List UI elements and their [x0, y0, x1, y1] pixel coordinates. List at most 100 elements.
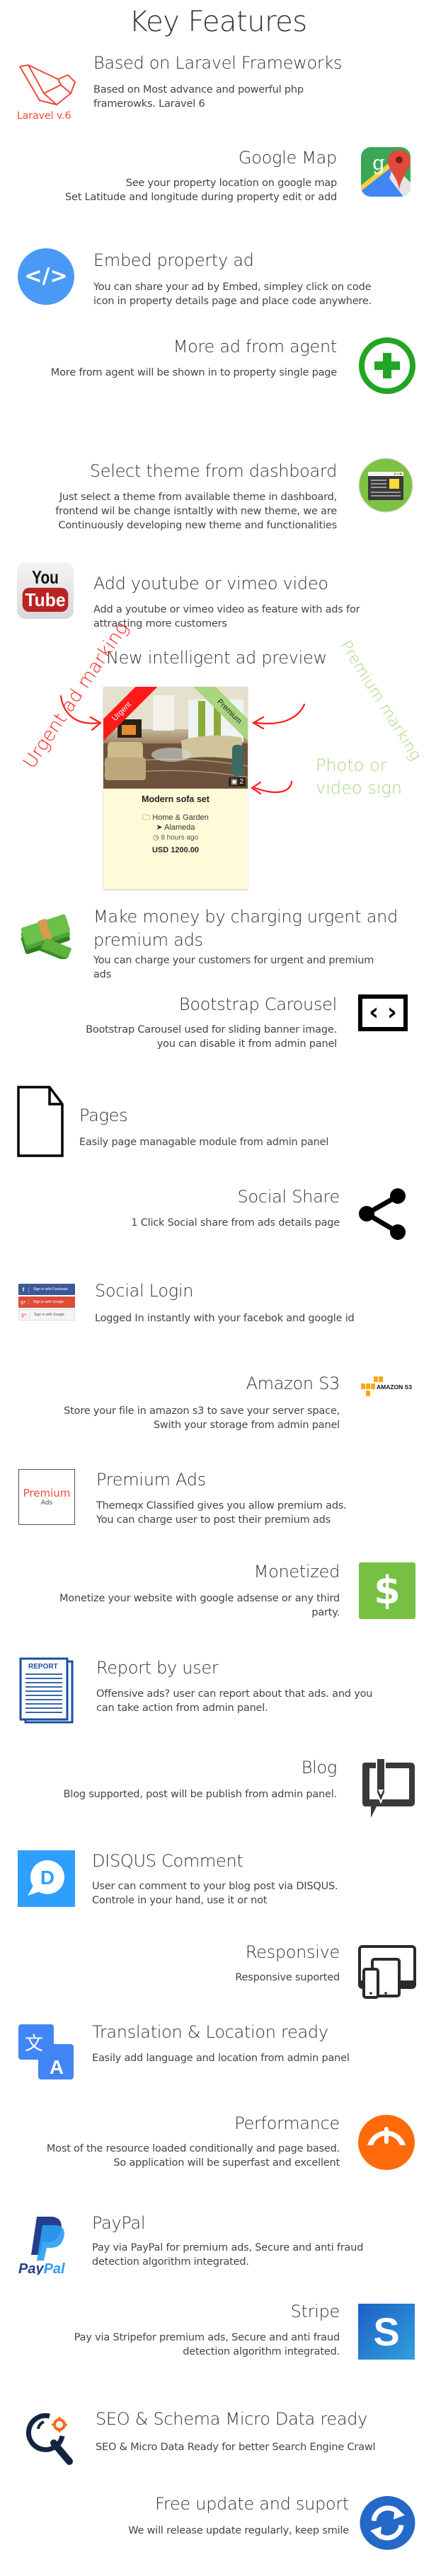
photo-count-badge: ▣ 2: [229, 777, 246, 787]
svg-text:g: g: [372, 151, 385, 175]
google-maps-icon: g: [361, 147, 411, 197]
feature-desc-line: Just select a theme from available theme…: [59, 492, 337, 503]
feature-desc-line: Set Latitude and longitude during proper…: [65, 192, 337, 203]
feature-title: Social Login: [95, 1281, 194, 1301]
laravel-logo-icon: Laravel v.6: [17, 64, 76, 124]
feature-desc-line: attracting more customers: [93, 618, 227, 630]
feature-title: Performance: [234, 2113, 340, 2133]
feature-title: Select theme from dashboard: [89, 461, 337, 481]
amazon-s3-label: AMAZON S3: [377, 1383, 412, 1391]
feature-title: Stripe: [290, 2302, 340, 2321]
carousel-arrows-icon: ‹ ›: [358, 994, 408, 1031]
ad-location[interactable]: ➤ Alameda: [103, 823, 248, 832]
feature-title: Social Share: [237, 1187, 340, 1207]
feature-title: Bootstrap Carousel: [178, 994, 337, 1014]
feature-desc-line: You can share your ad by Embed, simpley …: [93, 282, 372, 293]
feature-desc-line: Easily page managable module from admin …: [79, 1137, 329, 1148]
paypal-pal-text: Pal: [44, 2261, 65, 2275]
paypal-icon: PayPal: [16, 2215, 76, 2277]
ad-photo: Urgent Premium ▣ 2: [103, 687, 248, 789]
feature-desc-line: Store your file in amazon s3 to save you…: [64, 1405, 340, 1417]
feature-title: DISQUS Comment: [92, 1851, 243, 1871]
ad-price: USD 1200.00: [151, 846, 200, 854]
feature-title: Embed property ad: [93, 250, 254, 270]
feature-desc-line: SEO & Micro Data Ready for better Search…: [96, 2442, 376, 2453]
svg-text:PayPal: PayPal: [18, 2261, 65, 2275]
share-icon: [358, 1187, 408, 1243]
feature-title: Report by user: [96, 1658, 219, 1678]
feature-desc-line: Continuously developing new theme and fu…: [58, 520, 337, 531]
feature-title-line: premium ads: [93, 930, 203, 950]
feature-desc-line: Responsive suported: [235, 1972, 340, 1983]
ad-location-label: Alameda: [164, 823, 195, 832]
feature-desc-line: You can charge user to post their premiu…: [96, 1514, 331, 1526]
feature-title: Amazon S3: [246, 1374, 340, 1393]
premium-ads-bottom-text: Ads: [40, 1499, 53, 1507]
feature-title: Based on Laravel Frameworks: [93, 53, 343, 73]
ad-category-label: Home & Garden: [152, 813, 209, 822]
feature-title: Free update and suport: [155, 2494, 349, 2514]
feature-desc-line: Pay via Stripefor premium ads, Secure an…: [74, 2332, 340, 2343]
feature-title: Blog: [301, 1758, 338, 1777]
feature-desc-line: Add a youtube or vimeo video as feature …: [93, 604, 360, 615]
document-page-icon: [17, 1086, 64, 1157]
feature-title: PayPal: [92, 2213, 146, 2233]
feature-title: More ad from agent: [173, 337, 338, 356]
money-stack-icon: [16, 912, 75, 961]
page-title: Key Features: [129, 6, 307, 38]
clock-icon: ◷: [152, 834, 159, 842]
feature-desc-line: can take action from admin panel.: [96, 1702, 268, 1714]
feature-desc-line: So application will be superfast and exc…: [113, 2157, 340, 2169]
feature-title: Google Map: [238, 148, 337, 168]
stripe-glyph: S: [373, 2309, 400, 2354]
feature-title: Translation & Location ready: [92, 2022, 328, 2042]
carousel-arrows-glyph: ‹ ›: [369, 998, 397, 1026]
responsive-devices-icon: [358, 1945, 416, 2002]
feature-desc-line: you can disable it from admin panel: [156, 1038, 337, 1050]
google-login-button[interactable]: g+ Sign in with Google: [18, 1296, 75, 1308]
facebook-login-button[interactable]: f Sign in with Facebook: [18, 1284, 75, 1295]
feature-desc-line: Blog supported, post will be publish fro…: [63, 1789, 338, 1800]
feature-desc-line: See your property location on google map: [125, 178, 337, 189]
translate-icon: 文 A: [17, 2023, 75, 2079]
disqus-glyph: D: [40, 1867, 54, 1889]
feature-desc-line: Logged In instantly with your facebok an…: [95, 1313, 355, 1324]
plus-circle-icon: [358, 337, 415, 394]
youtube-tube-text: Tube: [22, 588, 69, 612]
feature-desc-line: detection algorithm integrated.: [183, 2346, 340, 2357]
ad-time: ◷ 8 hours ago: [103, 834, 248, 842]
feature-desc-line: More from agent will be shown in to prop…: [50, 367, 337, 378]
feature-title: Responsive: [245, 1942, 340, 1962]
browser-theme-icon: [358, 458, 413, 513]
youtube-icon: You Tube: [17, 562, 74, 619]
feature-desc-line: ads: [93, 969, 112, 980]
folder-icon: 🗀: [142, 813, 151, 822]
feature-desc-line: You can charge your customers for urgent…: [93, 955, 374, 966]
speedometer-icon: [357, 2114, 415, 2171]
premium-ads-icon: Premium Ads: [18, 1469, 75, 1525]
feature-title: Add youtube or vimeo video: [93, 574, 328, 593]
feature-desc-line: Easily add language and location from ad…: [92, 2053, 350, 2064]
feature-desc-line: Based on Most advance and powerful php: [93, 84, 304, 95]
disqus-icon: D: [18, 1850, 75, 1907]
feature-desc-line: Pay via PayPal for premium ads, Secure a…: [92, 2242, 364, 2253]
feature-title: SEO & Schema Micro Data ready: [96, 2409, 368, 2429]
feature-desc-line: party.: [311, 1607, 340, 1618]
image-icon: ▣: [231, 778, 238, 786]
ad-title[interactable]: Modern sofa set: [103, 794, 248, 804]
location-arrow-icon: ➤: [156, 823, 163, 832]
code-embed-icon: </>: [18, 248, 74, 305]
ad-preview-card[interactable]: Urgent Premium ▣ 2 Modern sofa set 🗀 Hom…: [103, 687, 248, 889]
ad-time-label: 8 hours ago: [161, 834, 199, 842]
feature-desc-line: Most of the resource loaded conditionall…: [46, 2143, 340, 2154]
dollar-icon: $: [359, 1562, 415, 1619]
code-embed-glyph: </>: [24, 264, 68, 289]
google-plus-icon: g+: [19, 1312, 30, 1318]
feature-desc-line: Monetize your website with google adsens…: [59, 1593, 340, 1604]
feature-desc-line: Bootstrap Carousel used for sliding bann…: [86, 1024, 337, 1035]
google-login-button-light[interactable]: g+ Sign in with Google: [18, 1309, 75, 1321]
dollar-glyph: $: [374, 1568, 401, 1613]
photo-count: 2: [239, 778, 243, 786]
google-plus-icon: g+: [18, 1299, 29, 1305]
google-login-label: Sign in with Google: [34, 1313, 65, 1317]
